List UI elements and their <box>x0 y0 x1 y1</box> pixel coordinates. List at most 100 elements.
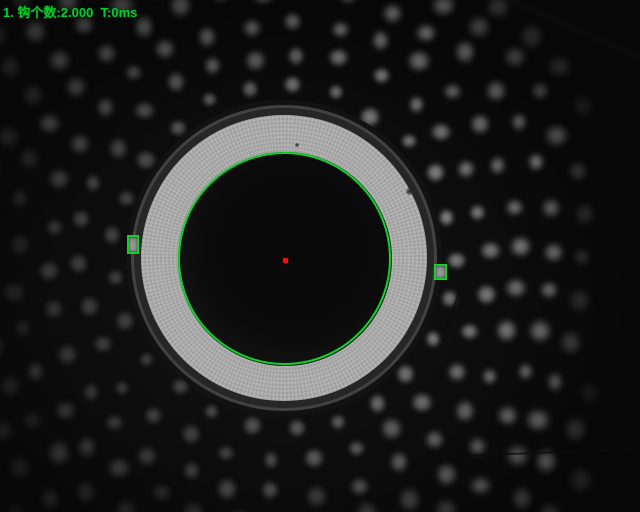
defect-speck <box>295 143 299 147</box>
bokeh-dot <box>448 362 467 380</box>
bokeh-dot <box>55 401 76 420</box>
bokeh-dot <box>432 0 455 16</box>
bokeh-dot <box>252 0 275 5</box>
bokeh-dot <box>505 199 523 216</box>
hook-detection-box <box>127 235 139 254</box>
bokeh-dot <box>398 487 421 512</box>
bokeh-dot <box>564 417 587 442</box>
bokeh-dot <box>45 299 64 318</box>
bokeh-dot <box>455 399 475 421</box>
bokeh-dot <box>409 96 425 114</box>
bokeh-dot <box>14 320 31 338</box>
bokeh-dot <box>574 249 591 267</box>
bokeh-dot <box>0 54 21 79</box>
bokeh-dot <box>504 47 526 67</box>
bokeh-dot <box>181 424 201 445</box>
bokeh-dot <box>382 4 402 24</box>
bokeh-dot <box>109 137 128 159</box>
bokeh-dot <box>425 430 445 449</box>
bokeh-dot <box>216 478 237 500</box>
bokeh-dot <box>115 500 137 512</box>
bokeh-dot <box>546 373 562 392</box>
bokeh-dot <box>469 204 485 220</box>
bokeh-dot <box>105 414 123 430</box>
bokeh-dot <box>540 282 558 299</box>
bokeh-dot <box>350 477 369 495</box>
bokeh-dot <box>0 159 2 181</box>
bokeh-dot <box>518 363 534 380</box>
bokeh-dot <box>457 160 476 179</box>
bokeh-dot <box>538 504 560 512</box>
bokeh-dot <box>154 38 175 59</box>
bokeh-dot <box>380 417 402 440</box>
bokeh-dot <box>23 411 43 430</box>
bokeh-dot <box>0 24 9 47</box>
bokeh-dot <box>243 415 263 435</box>
bokeh-dot <box>167 72 186 92</box>
bokeh-dot <box>6 501 26 512</box>
bokeh-dot <box>38 260 59 280</box>
bokeh-dot <box>426 162 446 182</box>
bokeh-dot <box>288 47 305 66</box>
bokeh-dot <box>528 319 551 342</box>
bokeh-dot <box>22 84 44 107</box>
bokeh-dot <box>68 254 88 275</box>
bokeh-dot <box>71 210 90 229</box>
bokeh-dot <box>118 190 136 206</box>
bokeh-dot <box>511 487 532 511</box>
bokeh-dot <box>242 80 259 98</box>
bokeh-dot <box>544 125 568 147</box>
bokeh-dot <box>569 289 591 312</box>
bokeh-dot <box>145 407 163 425</box>
bokeh-dot <box>261 481 279 500</box>
bokeh-dot <box>506 444 529 467</box>
bokeh-dot <box>69 133 90 154</box>
bokeh-dot <box>139 352 154 367</box>
bokeh-dot <box>431 123 452 142</box>
bokeh-dot <box>57 344 78 366</box>
bokeh-dot <box>48 49 71 72</box>
bokeh-dot <box>331 22 349 39</box>
bokeh-dot <box>66 76 87 96</box>
bokeh-dot <box>304 447 325 467</box>
bokeh-dot <box>407 50 431 73</box>
bokeh-dot <box>469 113 489 134</box>
bokeh-dot <box>568 161 587 181</box>
bokeh-dot <box>489 157 505 175</box>
bokeh-dot <box>96 44 117 65</box>
bokeh-dot <box>204 404 219 420</box>
bokeh-dot <box>476 284 497 305</box>
bokeh-dot <box>497 405 518 426</box>
bokeh-dot <box>446 252 466 270</box>
bokeh-dot <box>328 85 343 100</box>
bokeh-dot <box>79 296 99 317</box>
bokeh-dot <box>348 441 365 457</box>
bokeh-dot <box>48 440 70 465</box>
bokeh-dot <box>107 458 130 479</box>
hook-detection-box <box>434 264 447 280</box>
bokeh-dot <box>401 134 417 148</box>
bokeh-dot <box>411 392 432 412</box>
bokeh-dot <box>471 477 492 495</box>
camera-image-viewport[interactable]: 1. 钩个数:2.000 T:0ms <box>0 0 640 512</box>
defect-speck <box>406 188 413 195</box>
bokeh-dot <box>3 282 27 303</box>
bokeh-dot <box>182 501 204 512</box>
bokeh-dot <box>243 19 261 38</box>
bokeh-dot <box>519 23 543 49</box>
bokeh-dot <box>40 488 59 510</box>
bokeh-dot <box>434 499 457 512</box>
bokeh-dot <box>217 446 234 461</box>
bokeh-dot <box>115 310 135 331</box>
bokeh-dot <box>83 382 99 401</box>
bokeh-dot <box>183 461 200 480</box>
bokeh-dot <box>9 234 30 256</box>
status-overlay-text: 1. 钩个数:2.000 T:0ms <box>3 2 137 21</box>
bokeh-dot <box>547 55 572 77</box>
bokeh-dot <box>460 323 478 340</box>
bokeh-dot <box>575 203 595 225</box>
bokeh-dot <box>93 335 113 353</box>
bokeh-dot <box>544 242 564 262</box>
bokeh-dot <box>306 485 328 507</box>
bokeh-dot <box>482 368 498 384</box>
